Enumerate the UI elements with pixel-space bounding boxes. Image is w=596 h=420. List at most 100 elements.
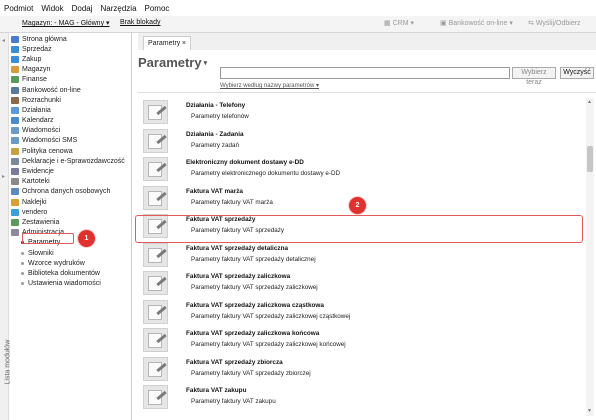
tab-label: Parametry [148, 40, 181, 47]
sidebar-item-label: Ewidencje [22, 168, 54, 176]
collapse-arrow-icon[interactable]: ◂ [2, 37, 5, 44]
sidebar-item[interactable]: Wiadomości SMS [11, 136, 131, 146]
bank-icon: ▣ [440, 20, 447, 27]
sidebar-item[interactable]: Ewidencje [11, 166, 131, 176]
toolbar: Magazyn: - MAG - Główny ▾ Brak blokady ▦… [0, 16, 596, 33]
list-item-description: Parametry zadań [191, 141, 239, 149]
sidebar-item[interactable]: vendero [11, 207, 131, 217]
blockade-link[interactable]: Brak blokady [120, 19, 160, 26]
page-title[interactable]: Parametry ▾ [138, 55, 207, 70]
sidebar-item[interactable]: Zakup [11, 54, 131, 64]
sidebar-item[interactable]: Finanse [11, 75, 131, 85]
sidebar-item-label: Polityka cenowa [22, 147, 73, 155]
send-receive-button[interactable]: ⇆ Wyślij/Odbierz [528, 19, 581, 28]
stickers-icon [11, 198, 19, 206]
sidebar-item[interactable]: Kalendarz [11, 116, 131, 126]
clear-button[interactable]: Wyczyść [560, 67, 594, 79]
declarations-icon [11, 157, 19, 165]
list-item-title: Faktura VAT sprzedaży zaliczkowa końcowa [186, 330, 320, 337]
sidebar-subitem-label: Wzorce wydruków [28, 259, 85, 267]
list-item[interactable]: Faktura VAT zakupu Parametry faktury VAT … [138, 383, 586, 412]
bank-button[interactable]: ▣ Bankowość on-line ▾ [440, 19, 513, 27]
sidebar-subitem[interactable]: Wzorce wydruków [11, 258, 131, 268]
list-scrollbar[interactable]: ▲ ▼ [586, 98, 594, 416]
scroll-down-icon[interactable]: ▼ [587, 408, 592, 414]
sidebar-subitem-label: Biblioteka dokumentów [28, 269, 100, 277]
list-item-title: Działania - Telefony [186, 102, 246, 109]
sidebar-item[interactable]: Ochrona danych osobowych [11, 187, 131, 197]
menu-pomoc[interactable]: Pomoc [145, 4, 170, 13]
list-item[interactable]: Elektroniczny dokument dostawy e-DD Param… [138, 155, 586, 184]
search-mode-dropdown[interactable]: Wybierz według nazwy parametrów ▾ [220, 82, 319, 89]
choose-now-button[interactable]: Wybierz teraz [512, 67, 556, 86]
list-item-title: Elektroniczny dokument dostawy e-DD [186, 159, 304, 166]
data-protection-icon [11, 188, 19, 196]
list-item-title: Faktura VAT sprzedaży zaliczkowa [186, 273, 291, 280]
parameters-icon [143, 299, 168, 324]
sidebar-subitem[interactable]: Biblioteka dokumentów [11, 268, 131, 278]
scroll-up-icon[interactable]: ▲ [587, 99, 592, 105]
search-input[interactable] [220, 67, 510, 79]
divider [138, 92, 596, 93]
list-item[interactable]: Działania - Zadania Parametry zadań [138, 127, 586, 156]
list-item-title: Faktura VAT sprzedaży detaliczna [186, 244, 289, 252]
bank-label: Bankowość on-line ▾ [448, 20, 513, 27]
list-item-description: Parametry elektronicznego dokumentu dost… [191, 170, 341, 177]
sidebar-item[interactable]: Rozrachunki [11, 95, 131, 105]
sales-icon [11, 45, 19, 53]
actions-icon [11, 106, 19, 114]
sidebar-item[interactable]: Polityka cenowa [11, 146, 131, 156]
list-item-title: Faktura VAT sprzedaży zaliczkowa cząstko… [186, 301, 324, 309]
list-item-description: Parametry faktury VAT sprzedaży zaliczko… [191, 341, 346, 348]
crm-button[interactable]: ▦ CRM ▾ [384, 19, 414, 27]
menu-widok[interactable]: Widok [41, 4, 63, 13]
sidebar-item-label: Działania [22, 106, 51, 114]
list-item-description: Parametry faktury VAT marża [191, 198, 273, 206]
list-item-description: Parametry faktury VAT sprzedaży zaliczko… [191, 284, 318, 291]
list-item[interactable]: Faktura VAT sprzedaży zaliczkowa cząstko… [138, 298, 586, 327]
menu-podmiot[interactable]: Podmiot [4, 4, 33, 13]
module-list-strip[interactable]: ◂ ▸ Lista modułów [0, 33, 12, 420]
messages-icon [11, 127, 19, 135]
sidebar-subitem[interactable]: Ustawienia wiadomości [11, 279, 131, 289]
parameters-icon [143, 271, 168, 295]
sidebar-item[interactable]: Kartoteki [11, 177, 131, 187]
sidebar-subitem-label: Słowniki [28, 249, 54, 257]
sidebar-item-label: Naklejki [22, 198, 47, 206]
warehouse-selector[interactable]: Magazyn: - MAG - Główny ▾ [22, 19, 110, 27]
menu-bar: Podmiot Widok Dodaj Narzędzia Pomoc [0, 0, 596, 16]
parameters-icon [143, 157, 168, 181]
sidebar-item[interactable]: Wiadomości [11, 126, 131, 136]
sidebar-subitem[interactable]: Słowniki [11, 248, 131, 258]
list-item[interactable]: Faktura VAT sprzedaży zaliczkowa końcowa… [138, 326, 586, 355]
sidebar-item-label: Sprzedaż [22, 45, 52, 53]
close-icon[interactable]: × [182, 40, 186, 48]
sidebar-item[interactable]: Naklejki [11, 197, 131, 207]
sidebar-item-label: Kartoteki [22, 178, 50, 186]
tab-parametry[interactable]: Parametry × [143, 36, 191, 51]
scrollbar-thumb[interactable] [587, 146, 593, 172]
sidebar-item[interactable]: Zestawienia [11, 217, 131, 227]
list-item[interactable]: Faktura VAT sprzedaży detaliczna Parametr… [138, 241, 586, 270]
crm-icon: ▦ [384, 20, 391, 27]
menu-narzedzia[interactable]: Narzędzia [101, 4, 137, 13]
step-badge-2: 2 [349, 197, 366, 214]
list-item[interactable]: Faktura VAT sprzedaży zaliczkowa Parametr… [138, 269, 586, 298]
list-item[interactable]: Działania - Telefony Parametry telefonów [138, 98, 586, 127]
parameters-icon [143, 385, 168, 409]
menu-dodaj[interactable]: Dodaj [72, 4, 93, 13]
sidebar-item-label: Bankowość on-line [22, 86, 81, 94]
sidebar-item[interactable]: Deklaracje i e-Sprawozdawczość [11, 156, 131, 166]
sidebar-item[interactable]: Sprzedaż [11, 44, 131, 54]
expand-arrow-icon[interactable]: ▸ [2, 173, 5, 180]
list-item[interactable]: Faktura VAT sprzedaży zbiorcza Parametry … [138, 355, 586, 384]
finance-icon [11, 76, 19, 84]
sidebar-item[interactable]: Strona główna [11, 34, 131, 44]
list-item-title: Faktura VAT sprzedaży zbiorcza [186, 358, 283, 366]
module-sidebar: ◂ ▸ Lista modułów Strona główna Sprzedaż Z… [0, 33, 132, 420]
sidebar-item[interactable]: Bankowość on-line [11, 85, 131, 95]
sidebar-item[interactable]: Magazyn [11, 65, 131, 75]
sidebar-item-label: Kalendarz [22, 117, 54, 125]
sidebar-item[interactable]: Działania [11, 105, 131, 115]
bullet-icon [21, 271, 24, 275]
